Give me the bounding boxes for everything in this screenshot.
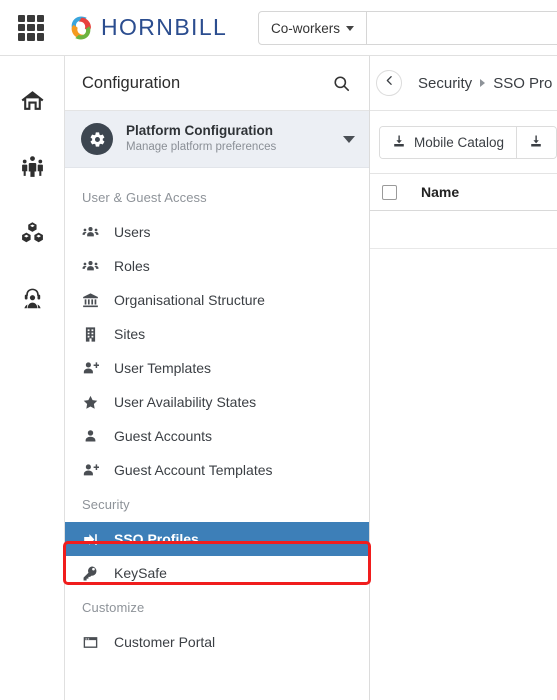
platform-config-subtitle: Manage platform preferences bbox=[126, 141, 277, 153]
sidebar-item-label: SSO Profiles bbox=[114, 531, 199, 547]
people-group-icon bbox=[20, 154, 45, 179]
sidebar-item-users[interactable]: Users bbox=[65, 215, 369, 249]
chevron-down-icon bbox=[346, 25, 355, 31]
rail-item-services[interactable] bbox=[10, 210, 54, 254]
sidebar-item-label: Roles bbox=[114, 258, 150, 274]
user-plus-icon bbox=[82, 360, 108, 377]
users-group-icon bbox=[82, 224, 108, 241]
back-button[interactable] bbox=[376, 70, 402, 96]
table-header-row: Name bbox=[370, 173, 557, 211]
building-icon bbox=[82, 326, 108, 343]
left-icon-rail bbox=[0, 56, 65, 700]
sidebar-item-label: User Templates bbox=[114, 360, 212, 376]
rail-item-support[interactable] bbox=[10, 276, 54, 320]
cubes-icon bbox=[20, 220, 45, 245]
breadcrumb-bar: Security SSO Pro bbox=[370, 56, 557, 111]
download-icon bbox=[529, 134, 543, 151]
users-group-icon bbox=[82, 258, 108, 275]
search-scope-label: Co-workers bbox=[271, 20, 341, 36]
hornbill-admin-window: HORNBILL Co-workers Configuration Platfo… bbox=[0, 0, 557, 700]
key-icon bbox=[82, 565, 108, 582]
search-input[interactable] bbox=[367, 12, 557, 44]
search-icon[interactable] bbox=[332, 74, 351, 93]
content-toolbar: Mobile Catalog bbox=[370, 111, 557, 173]
sidebar-item-label: Guest Account Templates bbox=[114, 462, 273, 478]
sidebar-item-customer-portal[interactable]: Customer Portal bbox=[65, 625, 369, 659]
sidebar-item-label: Sites bbox=[114, 326, 146, 342]
sidebar-item-label: Guest Accounts bbox=[114, 428, 213, 444]
main-content: Security SSO Pro Mobile Catalog Name bbox=[370, 56, 557, 700]
column-header-name[interactable]: Name bbox=[421, 184, 459, 200]
sidebar-item-organisational-structure[interactable]: Organisational Structure bbox=[65, 283, 369, 317]
brand-logo[interactable]: HORNBILL bbox=[68, 14, 227, 41]
table-row[interactable] bbox=[370, 211, 557, 249]
mobile-catalog-button[interactable]: Mobile Catalog bbox=[380, 126, 518, 158]
top-bar: HORNBILL Co-workers bbox=[0, 0, 557, 56]
breadcrumb: Security SSO Pro bbox=[418, 75, 552, 92]
breadcrumb-item-security[interactable]: Security bbox=[418, 75, 472, 92]
sidebar-item-sites[interactable]: Sites bbox=[65, 317, 369, 351]
breadcrumb-item-sso-profiles[interactable]: SSO Pro bbox=[493, 75, 552, 92]
section-label-security: Security bbox=[82, 497, 130, 512]
platform-config-title: Platform Configuration bbox=[126, 123, 273, 138]
gear-icon bbox=[81, 123, 113, 155]
sidebar-item-guest-accounts[interactable]: Guest Accounts bbox=[65, 419, 369, 453]
rail-item-collaboration[interactable] bbox=[10, 144, 54, 188]
global-search[interactable]: Co-workers bbox=[258, 11, 557, 45]
headset-agent-icon bbox=[20, 286, 45, 311]
chevron-left-icon bbox=[383, 74, 396, 92]
sidebar-item-label: Users bbox=[114, 224, 151, 240]
window-icon bbox=[82, 634, 108, 651]
user-icon bbox=[82, 428, 108, 445]
configuration-panel: Configuration Platform Configuration Man… bbox=[65, 56, 370, 700]
download-icon bbox=[392, 134, 406, 151]
page-title: Configuration bbox=[82, 73, 181, 92]
configuration-menu: User & Guest Access Users Roles Organisa… bbox=[65, 168, 369, 700]
hornbill-mark-icon bbox=[68, 15, 94, 41]
star-icon bbox=[82, 394, 108, 411]
select-all-checkbox[interactable] bbox=[382, 184, 397, 200]
grid-apps-icon[interactable] bbox=[18, 14, 44, 41]
user-plus-icon bbox=[82, 462, 108, 479]
search-scope-dropdown[interactable]: Co-workers bbox=[259, 12, 368, 44]
sidebar-item-label: Organisational Structure bbox=[114, 292, 265, 308]
caret-right-icon bbox=[480, 79, 486, 87]
sidebar-item-sso-profiles[interactable]: SSO Profiles bbox=[65, 522, 369, 556]
toolbar-button-group: Mobile Catalog bbox=[379, 125, 557, 159]
mobile-catalog-label: Mobile Catalog bbox=[414, 134, 505, 150]
section-label-user-guest-access: User & Guest Access bbox=[82, 190, 207, 205]
sidebar-item-keysafe[interactable]: KeySafe bbox=[65, 556, 369, 590]
sidebar-item-roles[interactable]: Roles bbox=[65, 249, 369, 283]
rail-item-home[interactable] bbox=[10, 78, 54, 122]
sign-in-icon bbox=[82, 531, 108, 548]
brand-name: HORNBILL bbox=[101, 14, 228, 40]
sidebar-item-user-availability-states[interactable]: User Availability States bbox=[65, 385, 369, 419]
sidebar-item-label: KeySafe bbox=[114, 565, 167, 581]
section-label-customize: Customize bbox=[82, 600, 145, 615]
bank-columns-icon bbox=[82, 292, 108, 309]
caret-down-icon[interactable] bbox=[343, 135, 355, 143]
home-icon bbox=[20, 88, 45, 113]
download-button[interactable] bbox=[517, 126, 556, 158]
sidebar-item-label: Customer Portal bbox=[114, 634, 216, 650]
configuration-header: Configuration bbox=[65, 56, 369, 111]
sidebar-item-label: User Availability States bbox=[114, 394, 257, 410]
sidebar-item-user-templates[interactable]: User Templates bbox=[65, 351, 369, 385]
platform-configuration-item[interactable]: Platform Configuration Manage platform p… bbox=[65, 111, 369, 168]
sidebar-item-guest-account-templates[interactable]: Guest Account Templates bbox=[65, 453, 369, 487]
